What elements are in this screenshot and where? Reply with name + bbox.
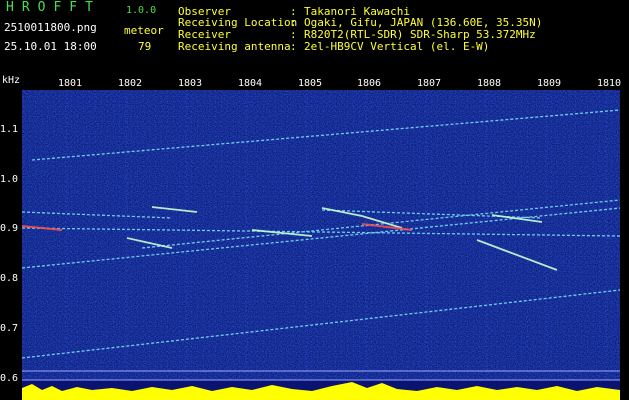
- info-row-antenna: Receiving antenna: 2el-HB9CV Vertical (el…: [178, 41, 489, 53]
- y-tick-label: 0.9: [0, 223, 19, 234]
- x-tick-label: 1801: [58, 78, 83, 89]
- spectrogram-canvas: [22, 90, 620, 400]
- app-title: HROFFT: [6, 0, 101, 15]
- y-tick-label: 1.1: [0, 124, 19, 135]
- info-value: 2el-HB9CV Vertical (el. E-W): [304, 40, 490, 53]
- y-tick-label: 0.6: [0, 373, 19, 384]
- info-separator: :: [290, 40, 297, 53]
- header-panel: HROFFT 1.0.0 2510011800.png 25.10.01 18:…: [0, 0, 629, 78]
- meteor-count: 79: [138, 40, 152, 53]
- x-tick-label: 1808: [477, 78, 502, 89]
- date-time: 25.10.01 18:00: [4, 40, 97, 53]
- noise-dots: [22, 90, 620, 380]
- app-version: 1.0.0: [126, 5, 157, 16]
- x-tick-label: 1807: [417, 78, 442, 89]
- x-tick-label: 1806: [357, 78, 382, 89]
- info-label: Receiving antenna: [178, 40, 291, 53]
- x-tick-label: 1810: [597, 78, 622, 89]
- file-name: 2510011800.png: [4, 21, 97, 34]
- spectrogram-plot: [22, 90, 620, 400]
- x-tick-label: 1803: [178, 78, 203, 89]
- y-tick-label: 0.8: [0, 273, 19, 284]
- y-tick-label: 1.0: [0, 174, 19, 185]
- y-tick-label: 0.7: [0, 323, 19, 334]
- y-axis-unit: kHz: [2, 75, 21, 86]
- meteor-label: meteor: [124, 24, 164, 37]
- x-tick-label: 1804: [238, 78, 263, 89]
- x-tick-label: 1805: [298, 78, 323, 89]
- x-tick-label: 1802: [118, 78, 143, 89]
- x-tick-label: 1809: [537, 78, 562, 89]
